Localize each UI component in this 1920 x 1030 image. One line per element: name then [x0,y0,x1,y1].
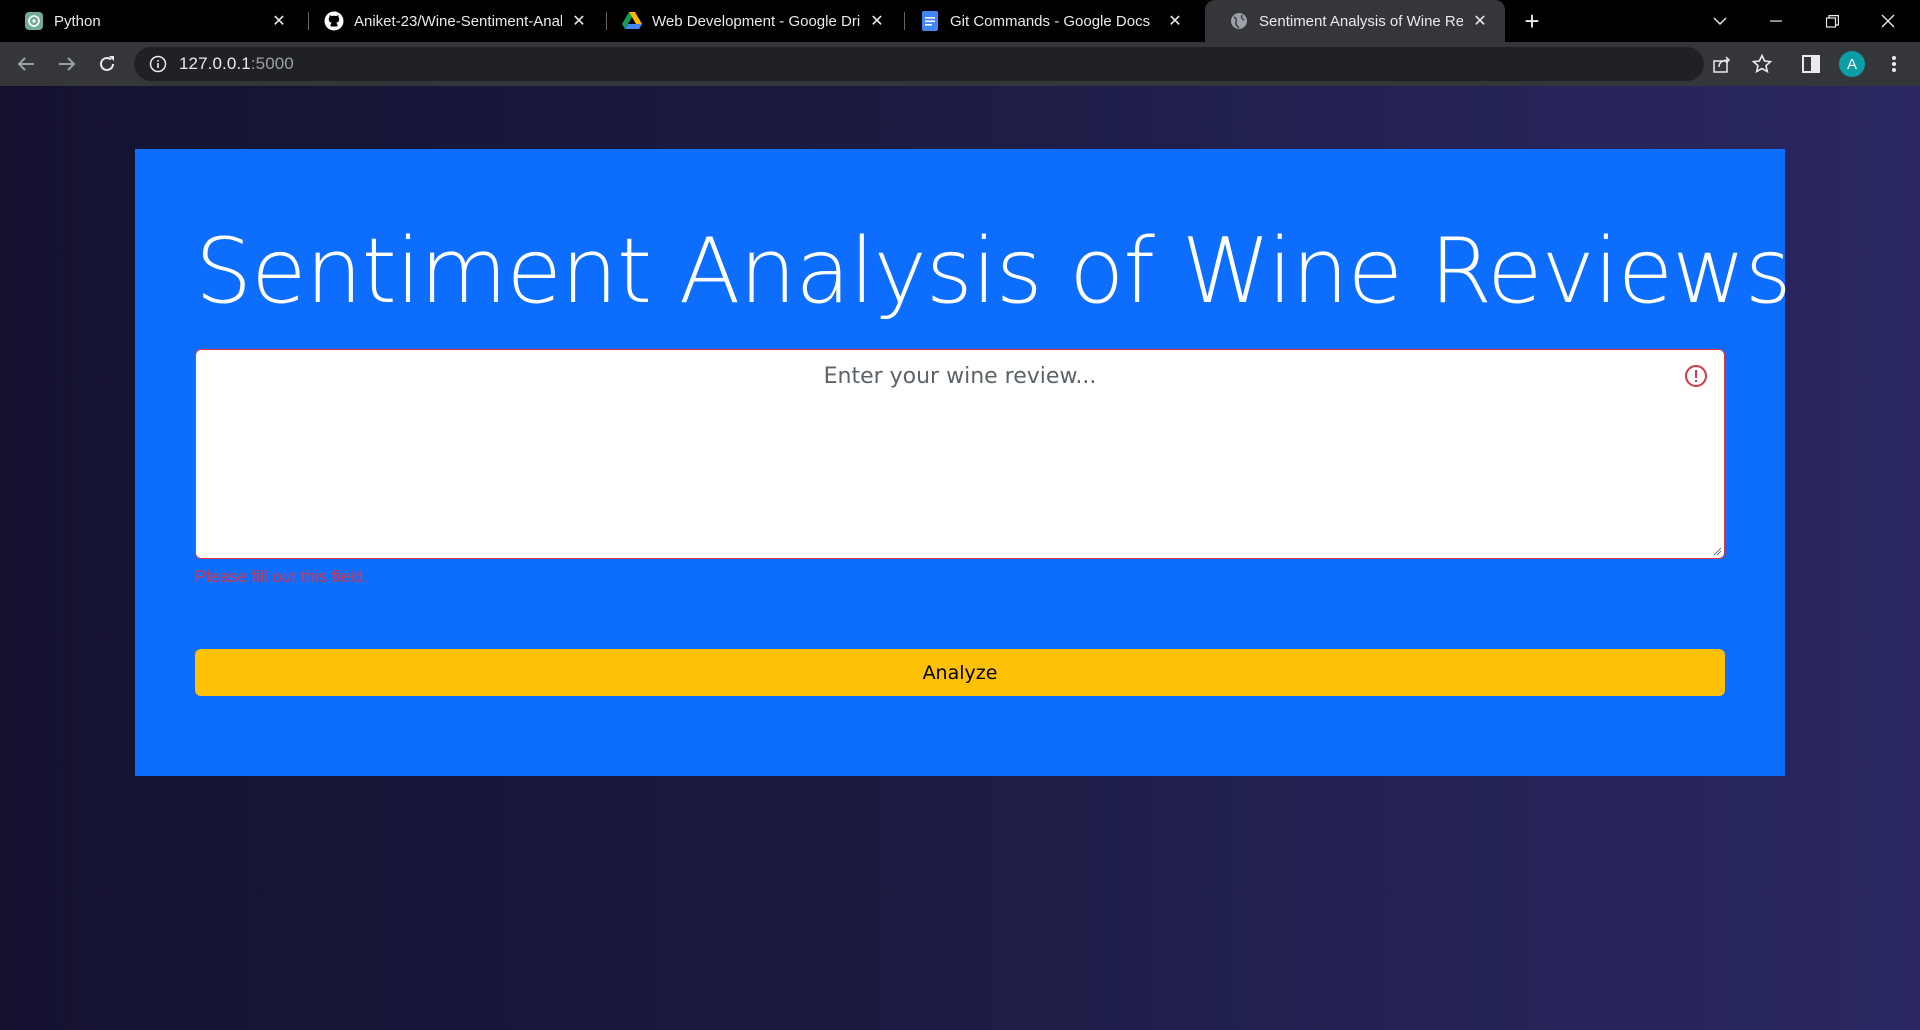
close-window-button[interactable] [1860,0,1916,42]
restore-icon [1825,14,1839,28]
browser-toolbar: 127.0.0.1:5000 A [0,42,1920,86]
tab-title: Aniket-23/Wine-Sentiment-Analy [354,12,562,30]
google-drive-icon [622,11,642,31]
page-viewport: Sentiment Analysis of Wine Reviews Pleas… [0,86,1920,1030]
chevron-down-icon [1713,17,1727,26]
avatar: A [1839,51,1865,77]
arrow-right-icon [59,57,76,71]
back-button[interactable] [10,48,42,80]
globe-icon [1229,11,1249,31]
profile-button[interactable]: A [1836,48,1868,80]
tab-search-button[interactable] [1692,0,1748,42]
tab-title: Python [54,12,101,30]
tab-google-docs[interactable]: Git Commands - Google Docs ✕ [896,0,1200,42]
star-icon [1752,54,1772,74]
close-icon[interactable]: ✕ [1164,10,1186,32]
reload-button[interactable] [91,48,123,80]
tab-title: Web Development - Google Driv [652,12,860,30]
tab-strip: Python ✕ Aniket-23/Wine-Sentiment-Analy … [0,0,1920,42]
review-input[interactable] [196,350,1724,558]
analyze-button[interactable]: Analyze [195,649,1725,696]
bookmark-button[interactable] [1746,48,1778,80]
chatgpt-icon [24,11,44,31]
forward-button[interactable] [51,48,83,80]
resize-handle-icon[interactable] [1712,546,1722,556]
github-icon [324,11,344,31]
menu-button[interactable] [1878,48,1910,80]
new-tab-button[interactable]: + [1518,8,1546,36]
url-text: 127.0.0.1:5000 [179,54,294,74]
restore-button[interactable] [1804,0,1860,42]
tab-github[interactable]: Aniket-23/Wine-Sentiment-Analy ✕ [300,0,604,42]
analysis-card: Sentiment Analysis of Wine Reviews Pleas… [135,149,1792,776]
close-icon [1881,14,1895,28]
share-icon [1713,56,1731,73]
error-icon [1685,365,1707,387]
minimize-button[interactable] [1748,0,1804,42]
close-icon[interactable]: ✕ [568,10,590,32]
validation-message: Please fill out this field. [195,567,368,586]
share-button[interactable] [1706,48,1738,80]
side-panel-button[interactable] [1795,48,1827,80]
url-host: 127.0.0.1 [179,54,251,73]
address-bar[interactable]: 127.0.0.1:5000 [134,47,1704,81]
tab-sentiment-analysis[interactable]: Sentiment Analysis of Wine Revie ✕ [1205,0,1505,42]
google-docs-icon [920,11,940,31]
page-title: Sentiment Analysis of Wine Reviews [195,219,1792,324]
side-panel-icon [1802,55,1820,73]
close-icon[interactable]: ✕ [268,10,290,32]
close-icon[interactable]: ✕ [866,10,888,32]
minimize-icon [1770,20,1782,22]
url-port: :5000 [250,54,294,73]
review-field [195,349,1725,559]
close-icon[interactable]: ✕ [1469,10,1491,32]
tab-title: Sentiment Analysis of Wine Revie [1259,12,1463,30]
kebab-menu-icon [1892,56,1896,72]
tab-google-drive[interactable]: Web Development - Google Driv ✕ [598,0,902,42]
arrow-left-icon [17,57,34,71]
reload-icon [100,56,114,71]
tab-title: Git Commands - Google Docs [950,12,1151,30]
tab-python[interactable]: Python ✕ [0,0,304,42]
info-icon[interactable] [149,55,167,73]
